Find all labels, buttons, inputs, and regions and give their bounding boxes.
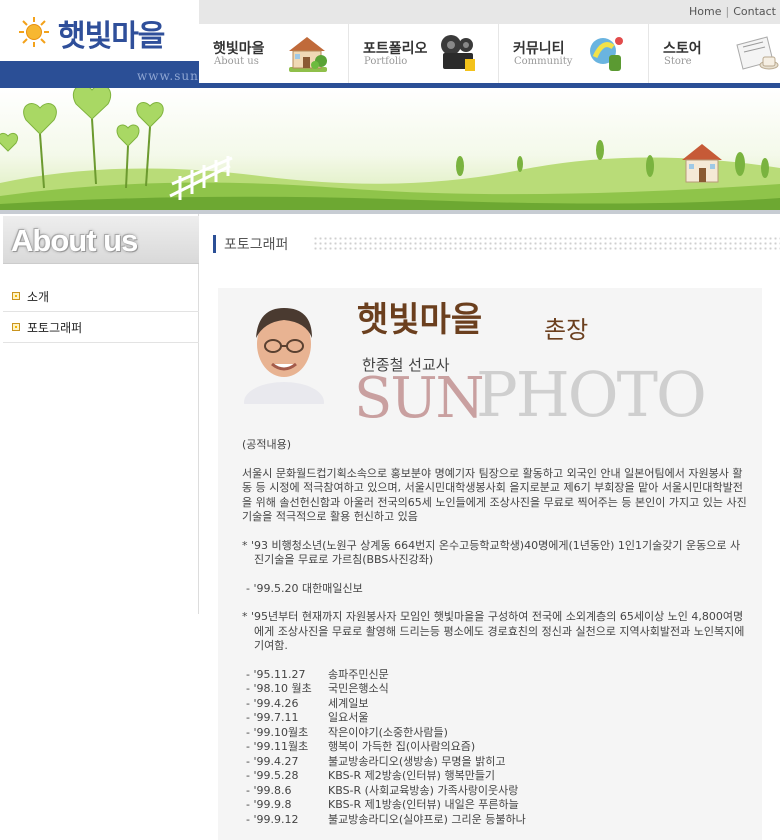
bullet-paragraph: * '95년부터 현재까지 자원봉사자 모임인 햇빛마을을 구성하여 전국에 소…: [242, 610, 745, 652]
sidebar-item-intro[interactable]: 소개: [3, 281, 199, 312]
timeline-text: 송파주민신문: [328, 667, 389, 681]
sidebar-menu: 소개 포토그래퍼: [3, 281, 199, 343]
timeline-text: 작은이야기(소중한사람들): [328, 725, 448, 739]
timeline-text: KBS-R 제2방송(인터뷰) 행복만들기: [328, 769, 496, 782]
media-timeline: - '95.11.27 송파주민신문 - '98.10 월초 국민은행소식 - '9…: [242, 668, 747, 828]
timeline-date: - '99.4.26: [246, 696, 299, 710]
list-item: - '99.4.27 불교방송라디오(생방송) 무명을 밝히고: [246, 755, 747, 770]
list-item: - '99.4.26 세계일보: [246, 697, 747, 712]
sidebar-item-photographer[interactable]: 포토그래퍼: [3, 312, 199, 343]
page-title: 포토그래퍼: [224, 237, 289, 253]
media-reference: - '99.5.20 대한매일신보: [246, 581, 363, 595]
timeline-date: - '99.8.6: [246, 783, 292, 797]
list-item: - '99.9.8 KBS-R 제1방송(인터뷰) 내일은 푸른하늘: [246, 798, 747, 813]
sidebar-item-label: 포토그래퍼: [27, 320, 83, 335]
sidebar-title: About us: [11, 223, 138, 258]
village-title: 햇빛마을: [357, 300, 483, 340]
bullet-paragraph: * '93 비행청소년(노원구 상계동 664번지 온수고등학교학생)40명에게…: [242, 538, 741, 567]
timeline-date: - '99.9.8: [246, 798, 292, 811]
timeline-text: 국민은행소식: [328, 682, 389, 695]
nav-item-portfolio[interactable]: 포트폴리오 Portfolio: [349, 24, 499, 83]
contact-link[interactable]: Contact: [733, 5, 776, 18]
nav-item-community[interactable]: 커뮤니티 Community: [499, 24, 649, 83]
heading-marker: [213, 235, 216, 253]
timeline-date: - '99.11월초: [246, 740, 309, 753]
timeline-text: 세계일보: [328, 696, 369, 710]
logo-bar: www.sunphoto: [0, 61, 199, 88]
nav-label-ko: 햇빛마을: [213, 41, 265, 57]
nav-item-about[interactable]: 햇빛마을 About us: [199, 24, 349, 83]
sidebar-item-label: 소개: [27, 289, 50, 304]
logo-text: 햇빛마을: [58, 19, 165, 54]
nav-label-en: About us: [214, 56, 259, 67]
nav-label-ko: 스토어: [663, 41, 702, 57]
list-item: - '98.10 월초 국민은행소식: [246, 682, 747, 697]
newspaper-coffee-icon: [736, 36, 779, 70]
dotted-rule: [313, 236, 780, 252]
sun-wordmark: SUN: [354, 366, 485, 431]
logo-url: www.sunphoto: [137, 69, 199, 83]
nav-label-en: Portfolio: [364, 56, 408, 67]
page-heading: 포토그래퍼: [213, 234, 780, 254]
bullet-icon: [12, 323, 20, 331]
timeline-date: - '95.11.27: [246, 667, 306, 681]
timeline-date: - '98.10 월초: [246, 682, 312, 695]
film-camera-icon: [441, 35, 475, 71]
communication-icon: [590, 37, 623, 71]
nav-item-store[interactable]: 스토어 Store: [649, 24, 780, 83]
nav-label-en: Store: [664, 56, 692, 67]
timeline-text: KBS-R 제1방송(인터뷰) 내일은 푸른하늘: [328, 798, 519, 811]
home-link[interactable]: Home: [689, 5, 721, 18]
nav-label-en: Community: [514, 56, 573, 67]
photo-wordmark: PHOTO: [476, 358, 707, 431]
timeline-text: KBS-R (사회교육방송) 가족사랑이웃사랑: [328, 783, 519, 797]
banner-image: [0, 88, 780, 210]
separator: |: [725, 5, 730, 18]
list-item: - '99.8.6 KBS-R (사회교육방송) 가족사랑이웃사랑: [246, 784, 747, 799]
timeline-date: - '99.5.28: [246, 769, 299, 782]
nav-label-ko: 포트폴리오: [363, 41, 428, 57]
list-item: - '95.11.27 송파주민신문: [246, 668, 747, 683]
timeline-date: - '99.4.27: [246, 754, 299, 768]
paragraph: 서울시 문화월드컵기획소속으로 홍보분야 명예기자 팀장으로 활동하고 외국인 …: [242, 466, 747, 524]
timeline-date: - '99.10월초: [246, 725, 309, 739]
house-icon: [289, 37, 327, 72]
timeline-text: 일요서울: [328, 711, 369, 724]
timeline-text: 행복이 가득한 집(이사람의요즘): [328, 740, 476, 753]
profile-card: 햇빛마을 촌장 한종철 선교사 SUN PHOTO (공적내용) 서울시 문화월…: [218, 288, 762, 840]
logo[interactable]: 햇빛마을 www.sunphoto: [0, 0, 199, 88]
section-label: (공적내용): [242, 438, 292, 451]
sidebar-header: About us: [3, 216, 199, 264]
timeline-date: - '99.7.11: [246, 711, 299, 724]
portrait-photo: [236, 298, 332, 404]
list-item: - '99.9.12 불교방송라디오(실야프로) 그리운 등불하나: [246, 813, 747, 828]
chief-title: 촌장: [544, 316, 589, 344]
list-item: - '99.11월초 행복이 가득한 집(이사람의요즘): [246, 740, 747, 755]
main-nav: 햇빛마을 About us 포트폴리오 Portfolio 커뮤니티 Commu…: [199, 24, 780, 83]
sun-icon: [19, 17, 49, 47]
list-item: - '99.7.11 일요서울: [246, 711, 747, 726]
timeline-date: - '99.9.12: [246, 812, 299, 826]
nav-label-ko: 커뮤니티: [513, 41, 565, 57]
list-item: - '99.10월초 작은이야기(소중한사람들): [246, 726, 747, 741]
list-item: - '99.5.28 KBS-R 제2방송(인터뷰) 행복만들기: [246, 769, 747, 784]
bullet-icon: [12, 292, 20, 300]
sidebar: About us 소개 포토그래퍼: [0, 214, 199, 614]
timeline-text: 불교방송라디오(실야프로) 그리운 등불하나: [328, 812, 526, 826]
top-utility-bar: Home | Contact: [199, 0, 780, 24]
achievements-text: (공적내용) 서울시 문화월드컵기획소속으로 홍보분야 명예기자 팀장으로 활동…: [242, 438, 747, 827]
timeline-text: 불교방송라디오(생방송) 무명을 밝히고: [328, 754, 506, 768]
